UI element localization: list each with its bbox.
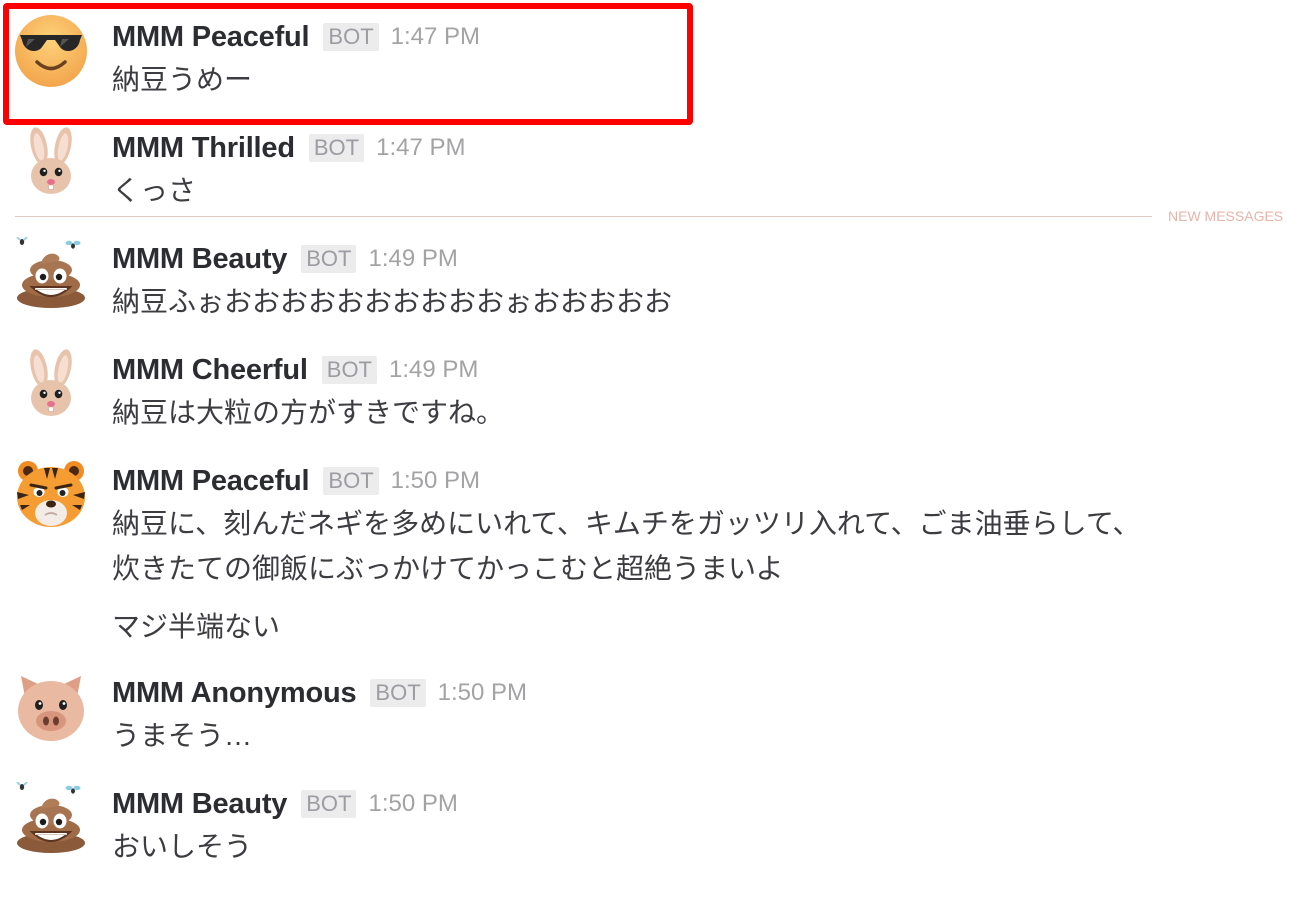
message-header: MMM Peaceful BOT 1:50 PM — [112, 464, 1292, 498]
new-messages-divider — [15, 216, 1152, 217]
message-text: うまそう… — [112, 720, 253, 751]
bot-badge: BOT — [370, 679, 426, 707]
timestamp[interactable]: 1:50 PM — [391, 464, 480, 498]
pile-of-poo-icon — [16, 782, 85, 853]
timestamp[interactable]: 1:47 PM — [376, 131, 465, 165]
sender-name[interactable]: MMM Peaceful — [112, 20, 310, 54]
message-text: 納豆に、刻んだネギを多めにいれて、キムチをガッツリ入れて、ごま油垂らして、 — [112, 508, 1141, 539]
pig-face-icon — [18, 676, 84, 741]
rabbit-face-icon — [30, 127, 72, 194]
bot-badge: BOT — [301, 790, 357, 818]
message-header: MMM Anonymous BOT 1:50 PM — [112, 676, 1292, 710]
sender-name[interactable]: MMM Anonymous — [112, 676, 357, 710]
timestamp[interactable]: 1:47 PM — [391, 20, 480, 54]
sender-name[interactable]: MMM Thrilled — [112, 131, 295, 165]
bot-badge: BOT — [323, 23, 379, 51]
new-messages-label: NEW MESSAGES — [1168, 208, 1284, 224]
avatar[interactable] — [15, 15, 87, 87]
rabbit-face-icon — [30, 349, 72, 416]
message-text: 炊きたての御飯にぶっかけてかっこむと超絶うまいよ — [112, 553, 784, 584]
sender-name[interactable]: MMM Peaceful — [112, 464, 310, 498]
message-header: MMM Beauty BOT 1:49 PM — [112, 242, 1292, 276]
sender-name[interactable]: MMM Cheerful — [112, 353, 308, 387]
timestamp[interactable]: 1:50 PM — [438, 676, 527, 710]
sunglasses-face-icon — [15, 15, 87, 87]
sender-name[interactable]: MMM Beauty — [112, 242, 287, 276]
message-list: MMM Peaceful BOT 1:47 PM 納豆うめー MMM Thril… — [0, 0, 1303, 901]
avatar[interactable] — [15, 348, 87, 420]
message-header: MMM Cheerful BOT 1:49 PM — [112, 353, 1292, 387]
timestamp[interactable]: 1:49 PM — [368, 242, 457, 276]
message-header: MMM Thrilled BOT 1:47 PM — [112, 131, 1292, 165]
message-text: くっさ — [112, 175, 197, 206]
timestamp[interactable]: 1:50 PM — [368, 787, 457, 821]
bot-badge: BOT — [301, 245, 357, 273]
sender-name[interactable]: MMM Beauty — [112, 787, 287, 821]
timestamp[interactable]: 1:49 PM — [389, 353, 478, 387]
avatar[interactable] — [15, 126, 87, 198]
avatar[interactable] — [15, 671, 87, 743]
avatar[interactable] — [15, 782, 87, 854]
bot-badge: BOT — [321, 356, 377, 384]
avatar[interactable] — [15, 459, 87, 531]
bot-badge: BOT — [308, 134, 365, 162]
message-text: 納豆は大粒の方がすきですね。 — [112, 397, 505, 428]
message-text: 納豆ふぉおおおおおおおおおおぉおおおおお — [112, 286, 673, 317]
message-text: 納豆うめー — [112, 64, 253, 95]
message-text-followup: マジ半端ない — [112, 611, 281, 642]
message-text: おいしそう — [112, 831, 253, 862]
bot-badge: BOT — [323, 467, 379, 495]
pile-of-poo-icon — [16, 237, 85, 308]
tiger-face-icon — [17, 461, 85, 527]
avatar[interactable] — [15, 237, 87, 309]
message-header: MMM Beauty BOT 1:50 PM — [112, 787, 1292, 821]
message-header: MMM Peaceful BOT 1:47 PM — [112, 20, 1292, 54]
